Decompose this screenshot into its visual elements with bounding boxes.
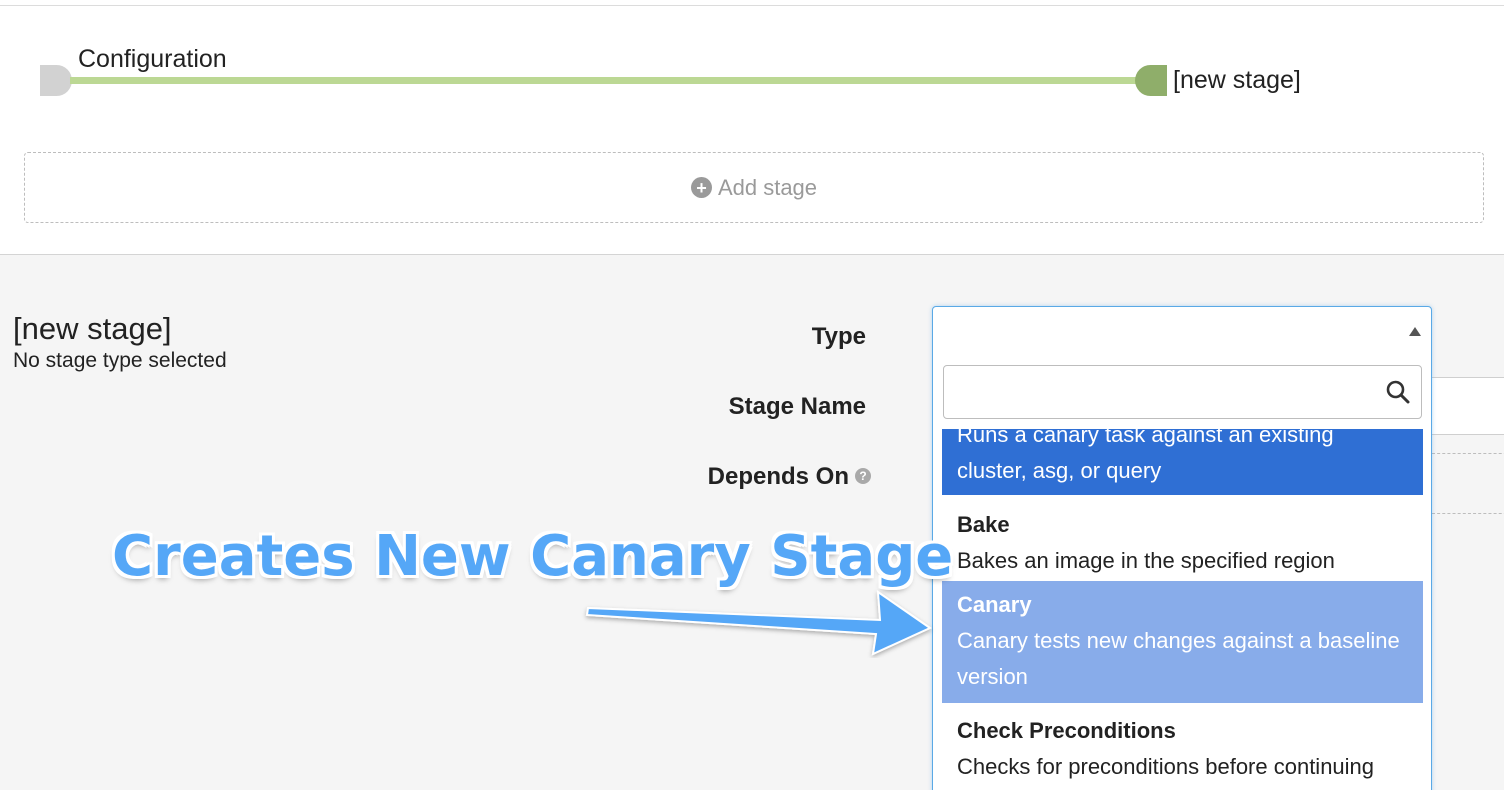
plus-circle-icon: +: [690, 177, 712, 198]
option-description: Runs a canary task against an existing c…: [957, 429, 1334, 483]
type-select[interactable]: Runs a canary task against an existing c…: [932, 306, 1432, 790]
add-stage-label: Add stage: [717, 174, 818, 200]
depends-on-label: Depends On?: [708, 463, 871, 491]
type-options-list: Runs a canary task against an existing c…: [942, 429, 1423, 790]
type-search-box[interactable]: [943, 365, 1422, 419]
configuration-node[interactable]: [40, 65, 72, 96]
option-description: Canary tests new changes against a basel…: [957, 628, 1400, 689]
option-title: Check Preconditions: [957, 718, 1176, 743]
stage-name-label: Stage Name: [728, 393, 866, 420]
stage-title: [new stage]: [13, 311, 172, 346]
option-bake[interactable]: Bake Bakes an image in the specified reg…: [942, 495, 1423, 581]
configuration-node-label[interactable]: Configuration: [78, 45, 227, 74]
option-check-preconditions[interactable]: Check Preconditions Checks for precondit…: [942, 703, 1423, 790]
help-icon[interactable]: ?: [855, 467, 871, 484]
option-canary[interactable]: Canary Canary tests new changes against …: [942, 581, 1423, 703]
new-stage-node[interactable]: [1135, 65, 1167, 96]
option-description: Checks for preconditions before continui…: [957, 754, 1375, 779]
annotation-arrow-icon: [585, 589, 933, 656]
option-description: Bakes an image in the specified region: [957, 548, 1335, 573]
pipeline-graph: Configuration [new stage]: [0, 0, 1504, 130]
stage-name-input[interactable]: [1425, 377, 1504, 435]
depends-on-field-border: [1432, 513, 1504, 514]
type-label: Type: [811, 323, 866, 350]
graph-connector: [70, 77, 1138, 84]
depends-on-field[interactable]: [1432, 453, 1504, 454]
caret-up-icon[interactable]: [1409, 327, 1421, 336]
stage-type-subtitle: No stage type selected: [13, 349, 227, 372]
search-icon: [1386, 380, 1410, 404]
type-search-input[interactable]: [944, 366, 1421, 418]
depends-on-text: Depends On: [707, 463, 849, 490]
new-stage-node-label[interactable]: [new stage]: [1173, 66, 1301, 95]
option-title: Bake: [957, 512, 1010, 537]
annotation-callout: Creates New Canary Stage: [112, 524, 954, 589]
add-stage-button[interactable]: + Add stage: [24, 152, 1484, 223]
option-title: Canary: [957, 592, 1032, 617]
option-run-canary[interactable]: Runs a canary task against an existing c…: [942, 429, 1423, 495]
